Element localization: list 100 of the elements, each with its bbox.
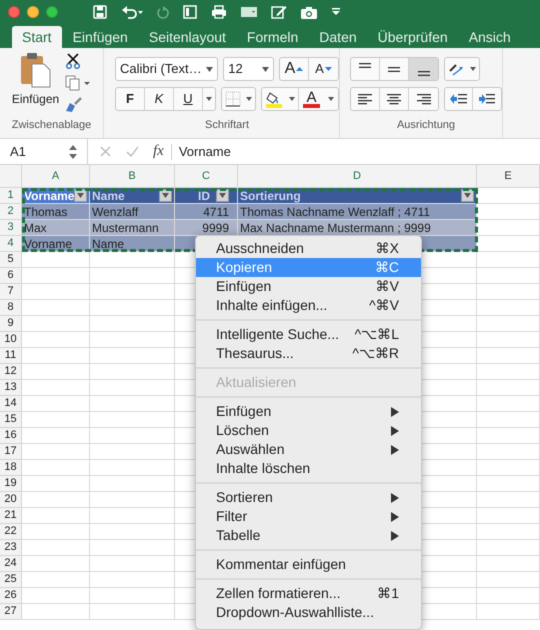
filter-dropdown-button[interactable] [461,189,474,202]
row-header[interactable]: 14 [0,396,22,412]
ribbon-tab[interactable]: Start [12,26,62,48]
row-header[interactable]: 2 [0,204,22,220]
bold-button[interactable]: F [116,88,145,110]
caret-icon [162,193,169,198]
print-icon[interactable] [211,5,227,19]
table-cell: Thomas [22,204,90,220]
filter-dropdown-button[interactable] [74,189,87,202]
brush-icon[interactable] [65,97,84,113]
shortcut-label: ⌘X [376,239,400,258]
shrink-font-button[interactable]: A [309,58,338,80]
font-size-dropdown[interactable]: 12 [223,57,274,81]
menu-item: Aktualisieren [216,373,296,392]
scissors-icon[interactable] [65,53,82,69]
sidebar-icon[interactable] [183,5,197,19]
underline-button[interactable]: U [174,88,203,110]
column-header[interactable]: D [238,165,477,187]
camera-icon[interactable] [301,6,317,18]
grow-font-button[interactable]: A [280,58,309,80]
ribbon-tab[interactable]: Ansich [458,26,521,48]
align-bottom-button[interactable] [409,58,438,80]
minimize-button[interactable] [27,6,39,18]
function-button[interactable]: fx [153,140,164,163]
ribbon-tab[interactable]: Daten [309,26,367,48]
row-header[interactable]: 19 [0,476,22,492]
ribbon-tab[interactable]: Überprüfen [368,26,458,48]
row-header[interactable]: 17 [0,444,22,460]
column-header[interactable]: E [477,165,540,187]
row-header[interactable]: 12 [0,364,22,380]
menu-item[interactable]: Ausschneiden ⌘X [196,239,421,258]
row-header[interactable]: 25 [0,572,22,588]
row-header[interactable]: 7 [0,284,22,300]
table-cell: Thomas Nachname Wenzlaff ; 4711 [238,204,477,220]
row-header[interactable]: 20 [0,492,22,508]
row-header[interactable]: 6 [0,268,22,284]
menu-item[interactable]: Tabelle [196,526,421,545]
menu-item[interactable]: Filter [196,507,421,526]
borders-button[interactable] [221,87,256,111]
menu-item[interactable]: Kommentar einfügen [196,555,421,574]
row-header[interactable]: 21 [0,508,22,524]
row-header[interactable]: 4 [0,236,22,252]
row-header[interactable]: 22 [0,524,22,540]
font-name-dropdown[interactable]: Calibri (Text… [115,57,218,81]
row-header[interactable]: 15 [0,412,22,428]
copy-icon[interactable] [65,75,92,91]
ribbon-tab[interactable]: Formeln [236,26,308,48]
menu-item[interactable]: Löschen [196,421,421,440]
group-label: Ausrichtung [396,118,456,132]
menu-item[interactable]: Einfügen ⌘V [196,277,421,296]
row-header[interactable]: 1 [0,188,22,204]
menu-item[interactable]: Zellen formatieren... ⌘1 [196,584,421,603]
filter-dropdown-button[interactable] [216,189,229,202]
caret-icon[interactable] [206,97,212,101]
table-cell: 4711 [175,204,238,220]
card-icon[interactable] [241,6,257,18]
stepper-icon[interactable] [69,144,77,158]
save-icon[interactable] [93,5,107,19]
column-header[interactable]: A [22,165,90,187]
menu-item[interactable]: Einfügen [196,402,421,421]
name-box[interactable]: A1 [0,139,88,164]
row-header[interactable]: 27 [0,604,22,620]
checkmark-icon[interactable] [126,146,139,157]
ribbon-tab[interactable]: Einfügen [62,26,138,48]
menu-item[interactable]: Thesaurus... ^⌥⌘R [196,344,421,363]
menu-item[interactable]: Inhalte löschen [196,459,421,478]
borders-icon [224,91,241,107]
row-header[interactable]: 8 [0,300,22,316]
menu-item[interactable]: Intelligente Suche... ^⌥⌘L [196,325,421,344]
menu-item[interactable]: Dropdown-Auswahlliste... [196,603,421,622]
row-header[interactable]: 9 [0,316,22,332]
menu-item[interactable]: Auswählen [196,440,421,459]
caret-icon [464,193,471,198]
menu-item[interactable]: Sortieren [196,488,421,507]
row-header[interactable]: 18 [0,460,22,476]
row-header[interactable]: 23 [0,540,22,556]
row-header[interactable]: 5 [0,252,22,268]
row-header[interactable]: 24 [0,556,22,572]
customize-icon[interactable] [331,8,341,16]
shortcut-label: ⌘C [374,258,400,277]
row-header[interactable]: 10 [0,332,22,348]
row-header[interactable]: 3 [0,220,22,236]
orientation-button[interactable] [444,57,480,81]
paste-button[interactable]: Einfügen [12,90,60,108]
column-header[interactable]: B [90,165,175,187]
row-header[interactable]: 13 [0,380,22,396]
maximize-button[interactable] [46,6,58,18]
ribbon-tab[interactable]: Seitenlayout [138,26,236,48]
angled-arrow-icon [448,62,464,76]
row-header[interactable]: 26 [0,588,22,604]
italic-button[interactable]: K [145,88,174,110]
table-cell: 9999 [175,220,238,236]
menu-item[interactable]: Inhalte einfügen... ^⌘V [196,296,421,315]
row-header[interactable]: 11 [0,348,22,364]
edit-icon[interactable] [271,5,287,19]
column-header[interactable]: C [175,165,238,187]
formula-field[interactable]: Vorname [178,142,231,162]
undo-icon[interactable] [121,5,143,19]
clipboard-icon[interactable] [18,52,52,88]
row-header[interactable]: 16 [0,428,22,444]
